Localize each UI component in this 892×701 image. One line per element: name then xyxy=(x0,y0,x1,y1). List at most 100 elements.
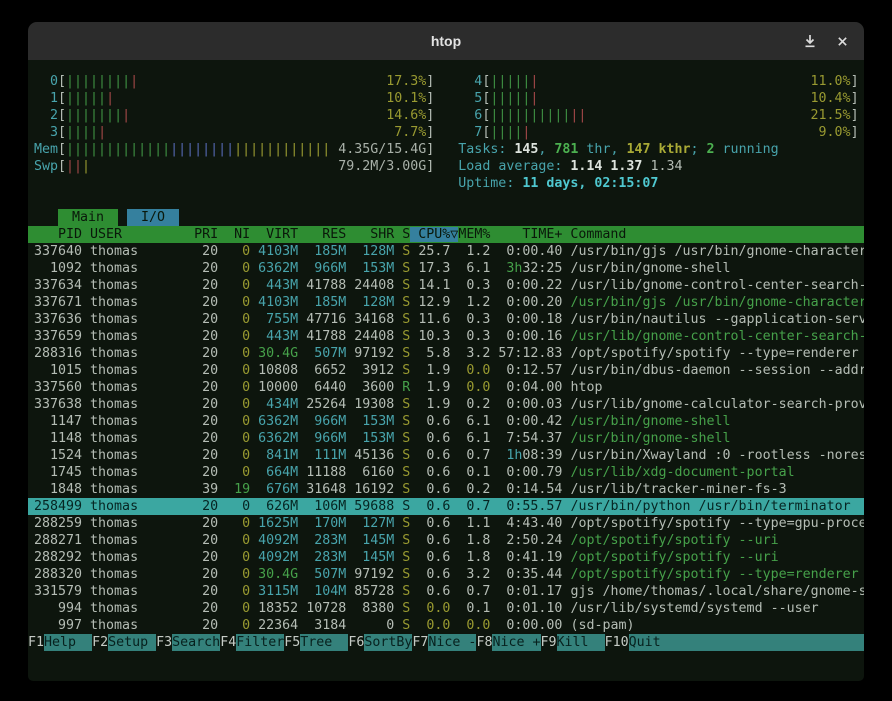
fn-f8-button[interactable]: Nice + xyxy=(492,634,540,651)
table-cell: 0:00.42 xyxy=(490,414,562,429)
table-cell: 6.1 xyxy=(450,261,490,276)
table-cell: 19 xyxy=(218,482,250,497)
spacer xyxy=(34,175,434,192)
table-cell: 1.9 xyxy=(410,380,450,395)
table-cell: 0.1 xyxy=(450,465,490,480)
download-icon[interactable] xyxy=(803,34,817,48)
table-cell: 966M xyxy=(298,431,346,446)
meter-bracket: [ xyxy=(482,90,490,107)
titlebar[interactable]: htop xyxy=(28,22,864,60)
text-segment: 1.14 xyxy=(570,159,610,174)
table-cell: 283M xyxy=(298,550,346,565)
table-cell: S xyxy=(394,482,410,497)
meter-label: 7 xyxy=(458,124,482,141)
column-header[interactable]: CPU%▽ xyxy=(410,227,458,242)
meter-bracket: [ xyxy=(58,107,66,124)
screen-tabs: Main I/O xyxy=(28,209,864,226)
meter-value: 17.3% xyxy=(386,73,426,90)
fn-f5-button[interactable]: Tree xyxy=(300,634,348,651)
process-row[interactable]: 1147 thomas 20 0 6362M 966M 153M S 0.6 6… xyxy=(28,413,864,430)
table-header-row[interactable]: PID USER PRI NI VIRT RES SHR S CPU%▽MEM%… xyxy=(28,226,864,243)
table-cell: 6160 xyxy=(346,465,394,480)
fn-f2-button[interactable]: Setup xyxy=(108,634,156,651)
htop-screen: 0[|||||||||17.3%] 4[||||||11.0%]1[||||||… xyxy=(28,60,864,651)
fn-f1-button[interactable]: Help xyxy=(44,634,92,651)
meter-bar-segment: || xyxy=(66,159,82,174)
fn-f3-button[interactable]: Search xyxy=(172,634,220,651)
process-row[interactable]: 288271 thomas 20 0 4092M 283M 145M S 0.6… xyxy=(28,532,864,549)
table-cell: 6362M xyxy=(250,261,298,276)
table-cell: 288292 thomas 20 xyxy=(34,550,218,565)
meter-bar-segment: |||||||||||| xyxy=(234,142,330,157)
table-cell: 2:50.24 xyxy=(490,533,562,548)
process-row[interactable]: 337560 thomas 20 0 10000 6440 3600 R 1.9… xyxy=(28,379,864,396)
process-row[interactable]: 1092 thomas 20 0 6362M 966M 153M S 17.3 … xyxy=(28,260,864,277)
table-cell: 104M xyxy=(298,584,346,599)
process-row[interactable]: 337659 thomas 20 0 443M 41788 24408 S 10… xyxy=(28,328,864,345)
process-row[interactable]: 1524 thomas 20 0 841M 111M 45136 S 0.6 0… xyxy=(28,447,864,464)
process-row[interactable]: 288259 thomas 20 0 1625M 170M 127M S 0.6… xyxy=(28,515,864,532)
text-segment: 1.34 xyxy=(650,159,682,174)
table-cell: 3115M xyxy=(250,584,298,599)
table-cell: 337671 thomas 20 xyxy=(34,295,218,310)
process-row[interactable]: 1848 thomas 39 19 676M 31648 16192 S 0.6… xyxy=(28,481,864,498)
meter-label: 0 xyxy=(34,73,58,90)
process-row[interactable]: 337634 thomas 20 0 443M 41788 24408 S 14… xyxy=(28,277,864,294)
fn-f9-button[interactable]: Kill xyxy=(557,634,605,651)
table-cell: 0.6 xyxy=(410,431,450,446)
text-segment: 147 kthr xyxy=(626,142,690,157)
fn-f4-button[interactable]: Filter xyxy=(236,634,284,651)
meter-bar: |||||||||||||||||||||||||||||||||4.35G/1… xyxy=(66,141,426,158)
process-row[interactable]: 337636 thomas 20 0 755M 47716 34168 S 11… xyxy=(28,311,864,328)
fn-f7-button[interactable]: Nice - xyxy=(428,634,476,651)
meter-label: Swp xyxy=(34,158,58,175)
meter-label: 2 xyxy=(34,107,58,124)
process-row[interactable]: 337638 thomas 20 0 434M 25264 19308 S 1.… xyxy=(28,396,864,413)
table-cell: 31648 xyxy=(298,482,346,497)
meter-bar: ||||||||14.6% xyxy=(66,107,426,124)
column-header[interactable]: PID USER PRI NI VIRT RES SHR S xyxy=(34,227,410,242)
process-row[interactable]: 337640 thomas 20 0 4103M 185M 128M S 25.… xyxy=(28,243,864,260)
column-header[interactable]: MEM% TIME+ Command xyxy=(458,227,626,242)
process-row[interactable]: 288316 thomas 20 0 30.4G 507M 97192 S 5.… xyxy=(28,345,864,362)
table-cell: 0 xyxy=(218,550,250,565)
process-row[interactable]: 288292 thomas 20 0 4092M 283M 145M S 0.6… xyxy=(28,549,864,566)
table-cell: 5.8 xyxy=(410,346,450,361)
table-cell: 1.8 xyxy=(450,550,490,565)
table-cell: 145M xyxy=(346,533,394,548)
swap-meter: Swp[|||79.2M/3.00G] xyxy=(34,158,434,175)
table-cell: 11.6 xyxy=(410,312,450,327)
titlebar-buttons xyxy=(803,22,848,60)
cpu-meter-0: 0[|||||||||17.3%] xyxy=(34,73,434,90)
process-row[interactable]: 1745 thomas 20 0 664M 11188 6160 S 0.6 0… xyxy=(28,464,864,481)
process-row[interactable]: 997 thomas 20 0 22364 3184 0 S 0.0 0.0 0… xyxy=(28,617,864,634)
tab-main[interactable]: Main xyxy=(58,209,118,226)
process-row[interactable]: 1015 thomas 20 0 10808 6652 3912 S 1.9 0… xyxy=(28,362,864,379)
process-row[interactable]: 1148 thomas 20 0 6362M 966M 153M S 0.6 6… xyxy=(28,430,864,447)
meter-bar: |||||9.0% xyxy=(490,124,850,141)
process-row-selected[interactable]: 258499 thomas 20 0 626M 106M 59688 S 0.6… xyxy=(28,498,864,515)
table-cell: 1015 thomas 20 xyxy=(34,363,218,378)
process-row[interactable]: 288320 thomas 20 0 30.4G 507M 97192 S 0.… xyxy=(28,566,864,583)
process-row[interactable]: 331579 thomas 20 0 3115M 104M 85728 S 0.… xyxy=(28,583,864,600)
process-row[interactable]: 337671 thomas 20 0 4103M 185M 128M S 12.… xyxy=(28,294,864,311)
table-cell: 0.3 xyxy=(450,278,490,293)
table-cell: /usr/lib/gnome-calculator-search-prov xyxy=(562,397,864,412)
table-cell: 6652 xyxy=(298,363,346,378)
table-cell: 626M xyxy=(250,499,298,514)
table-cell: 0.6 xyxy=(410,465,450,480)
fn-f10-button[interactable]: Quit xyxy=(629,634,864,651)
table-cell: 0 xyxy=(218,618,250,633)
table-cell: 0 xyxy=(218,516,250,531)
table-cell: S xyxy=(394,346,410,361)
tab-io[interactable]: I/O xyxy=(127,209,179,226)
fn-f6-button[interactable]: SortBy xyxy=(364,634,412,651)
meter-bracket: ] xyxy=(426,158,434,175)
close-icon[interactable] xyxy=(837,36,848,47)
table-cell: 10808 xyxy=(250,363,298,378)
table-cell: 12.9 xyxy=(410,295,450,310)
table-cell: 11188 xyxy=(298,465,346,480)
meter-bar-segment: | xyxy=(106,91,114,106)
meter-bar-segment: ||||| xyxy=(490,91,530,106)
process-row[interactable]: 994 thomas 20 0 18352 10728 8380 S 0.0 0… xyxy=(28,600,864,617)
